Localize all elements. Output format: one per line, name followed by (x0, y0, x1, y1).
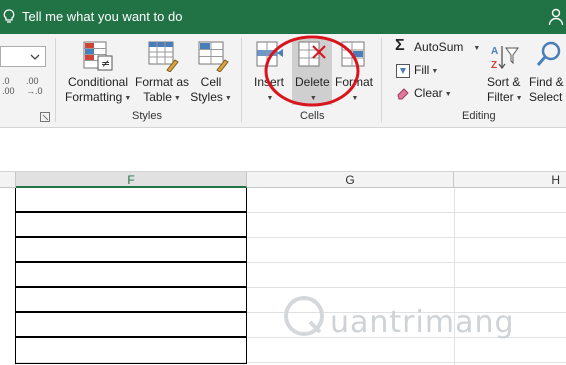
fill-label: Fill (414, 63, 430, 77)
caret-down-icon: ▼ (224, 95, 232, 102)
cell-border (16, 211, 246, 213)
sigma-icon: Σ (395, 37, 405, 54)
format-as-table-icon (148, 41, 179, 72)
increase-decimal-top: .00 (26, 76, 39, 86)
editing-group-label: Editing (462, 110, 496, 122)
row-header-corner[interactable] (0, 172, 16, 188)
column-header-f[interactable]: F (16, 172, 247, 188)
caret-down-icon: ▼ (266, 95, 274, 102)
autosum-label: AutoSum (414, 40, 464, 54)
delete-button[interactable]: Delete ▼ (292, 39, 332, 105)
format-cells-icon (341, 41, 365, 67)
title-bar: Tell me what you want to do (0, 0, 566, 34)
svg-text:≠: ≠ (101, 57, 110, 70)
cell-styles-label-2: Styles (190, 90, 223, 104)
dialog-launcher-icon[interactable] (40, 112, 50, 122)
magnifier-icon (536, 41, 561, 66)
column-header-row: F G H (0, 172, 566, 188)
conditional-formatting-label-1: Conditional (67, 75, 129, 89)
caret-down-icon: ▼ (351, 95, 359, 102)
column-header-h[interactable]: H (454, 172, 566, 188)
insert-label: Insert (254, 75, 285, 89)
share-icon[interactable] (548, 8, 564, 26)
cell-border (16, 236, 246, 238)
cell-border (16, 286, 246, 288)
fill-down-icon (396, 64, 410, 78)
cell-styles-label-1: Cell (200, 75, 222, 89)
watermark-logo-icon (284, 296, 324, 336)
cell-border (16, 261, 246, 263)
column-header-g[interactable]: G (247, 172, 454, 188)
svg-text:A: A (491, 46, 498, 57)
caret-down-icon: ▼ (124, 95, 132, 102)
format-as-table-label-1: Format as (134, 75, 189, 89)
caret-down-icon: ▼ (173, 95, 181, 102)
caret-down-icon: ▼ (515, 95, 523, 102)
decrease-decimal-button[interactable]: .0 .00 (2, 76, 15, 96)
clear-label: Clear (414, 86, 443, 100)
styles-group-label: Styles (132, 110, 162, 122)
sort-filter-label-2: Filter (487, 90, 514, 104)
caret-down-icon: ▼ (431, 68, 439, 75)
decrease-decimal-bottom: .00 (2, 86, 15, 96)
cells-group-label: Cells (300, 110, 325, 122)
insert-cells-icon (256, 41, 283, 67)
lightbulb-icon (3, 9, 15, 23)
find-select-label-2: Select (529, 90, 563, 104)
sort-filter-label-1: Sort & (487, 75, 521, 89)
decrease-decimal-top: .0 (2, 76, 10, 86)
chevron-down-icon (30, 54, 40, 60)
delete-cells-icon (298, 41, 326, 67)
separator (381, 38, 382, 122)
cell-styles-icon (198, 41, 229, 72)
sort-filter-icon: A Z (491, 46, 519, 71)
format-as-table-label-2: Table (143, 90, 172, 104)
conditional-formatting-icon: ≠ (83, 41, 113, 71)
separator (241, 38, 242, 122)
format-label: Format (335, 75, 374, 89)
caret-down-icon: ▼ (309, 95, 317, 102)
caret-down-icon: ▼ (444, 91, 452, 98)
tell-me-search[interactable]: Tell me what you want to do (22, 9, 182, 24)
delete-label: Delete (295, 75, 330, 89)
increase-decimal-bottom: →.0 (26, 86, 43, 96)
conditional-formatting-label-2: Formatting (65, 90, 123, 104)
separator (55, 38, 56, 122)
caret-down-icon: ▼ (473, 45, 481, 52)
increase-decimal-button[interactable]: .00 →.0 (26, 76, 43, 96)
cell-border (16, 336, 246, 338)
number-format-dropdown[interactable] (0, 46, 46, 67)
ribbon: .0 .00 .00 →.0 ≠ Conditional Formatting ▼ (0, 34, 566, 128)
bordered-cell-range[interactable] (15, 188, 247, 364)
svg-text:Z: Z (491, 60, 497, 71)
find-select-label-1: Find & (529, 75, 564, 89)
watermark-text: uantrimang (330, 305, 515, 340)
formula-bar[interactable] (0, 128, 566, 172)
eraser-icon (397, 88, 409, 100)
cell-border (16, 311, 246, 313)
